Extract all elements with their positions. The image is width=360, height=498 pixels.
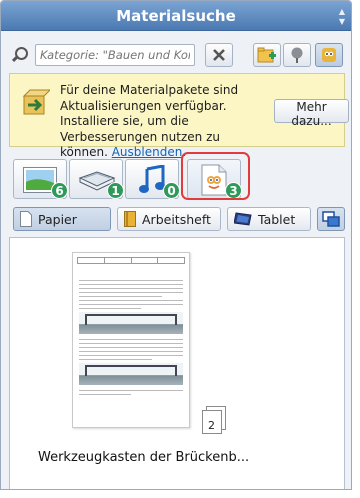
- notice-text: Für deine Materialpakete sind Aktualisie…: [60, 83, 265, 161]
- tab-books[interactable]: 1: [69, 159, 124, 199]
- more-info-button[interactable]: Mehr dazu...: [274, 99, 349, 128]
- title-bar: Materialsuche ▲ ▼: [1, 1, 351, 31]
- window-title: Materialsuche: [116, 7, 236, 25]
- page-count-indicator: 2: [202, 406, 226, 438]
- audio-count-badge: 0: [163, 182, 180, 199]
- page-icon: [20, 211, 32, 227]
- tab-audio[interactable]: 0: [125, 159, 180, 199]
- page-count: 2: [208, 419, 215, 432]
- images-count-badge: 6: [51, 182, 68, 199]
- clear-search-button[interactable]: [205, 43, 233, 67]
- view-toggle-button[interactable]: [317, 207, 345, 231]
- music-note-icon: [139, 165, 165, 193]
- paper-button[interactable]: Papier: [13, 207, 111, 231]
- search-row: [9, 41, 345, 69]
- material-search-panel: Materialsuche ▲ ▼ Für dein: [0, 0, 352, 490]
- selected-tab-highlight: [181, 152, 250, 200]
- favorites-button[interactable]: [315, 43, 343, 67]
- chevron-up-icon[interactable]: ▲: [339, 7, 345, 16]
- thumbnail-title-line: ​: [73, 269, 189, 275]
- hide-notice-link[interactable]: Ausblenden: [112, 145, 183, 159]
- thumbnail-text-block-3: [79, 390, 183, 395]
- close-icon: [213, 49, 225, 61]
- add-material-button[interactable]: [253, 43, 281, 67]
- location-button[interactable]: [283, 43, 311, 67]
- search-icon: [9, 44, 31, 66]
- results-area: ​ 2 Werkzeugkasten der Brückenb...: [9, 237, 345, 489]
- tablet-button[interactable]: Tablet: [227, 207, 311, 231]
- bridge-image-2: [79, 363, 183, 385]
- tablet-label: Tablet: [258, 211, 296, 227]
- workbook-button[interactable]: Arbeitsheft: [117, 207, 221, 231]
- chevron-down-icon[interactable]: ▼: [339, 17, 345, 26]
- workbook-label: Arbeitsheft: [142, 211, 211, 227]
- thumbnail-header: [77, 257, 185, 264]
- panel-scroll-buttons[interactable]: ▲ ▼: [339, 1, 345, 31]
- update-notice: Für deine Materialpakete sind Aktualisie…: [9, 73, 349, 159]
- multi-window-icon: [322, 211, 340, 227]
- books-count-badge: 1: [107, 182, 124, 199]
- thumbnail-text-block: [79, 280, 183, 309]
- workbook-icon: [124, 211, 136, 227]
- tab-images[interactable]: 6: [13, 159, 68, 199]
- pin-icon: [291, 47, 303, 63]
- result-title[interactable]: Werkzeugkasten der Brückenb...: [38, 450, 249, 465]
- folder-add-icon: [257, 47, 276, 63]
- thumbnail-text-block-2: [79, 339, 183, 360]
- search-input[interactable]: [35, 44, 195, 66]
- document-thumbnail[interactable]: ​: [72, 252, 190, 428]
- tablet-icon: [234, 212, 252, 226]
- paper-label: Papier: [38, 211, 77, 227]
- owl-icon: [322, 48, 336, 62]
- bridge-image: [79, 312, 183, 334]
- update-package-icon: [22, 89, 50, 115]
